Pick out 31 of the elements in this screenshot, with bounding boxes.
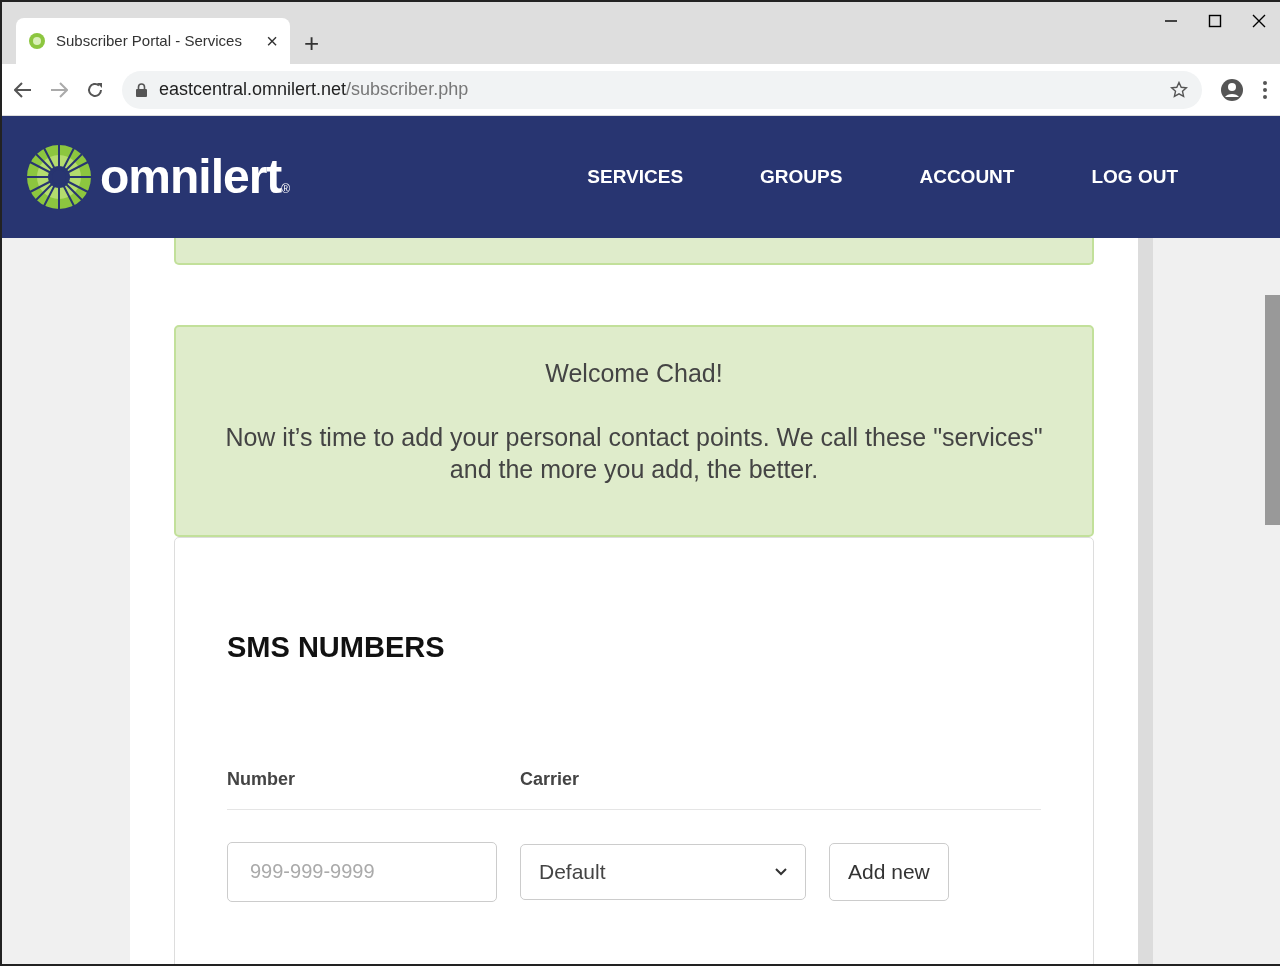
reload-icon[interactable] xyxy=(86,80,104,99)
add-new-button[interactable]: Add new xyxy=(829,842,949,901)
logo-text[interactable]: omnilert xyxy=(100,153,282,201)
account-icon[interactable] xyxy=(1220,77,1244,102)
close-tab-button[interactable]: × xyxy=(266,26,278,56)
welcome-message: Now it’s time to add your personal contact points. We call these "services" and the more you add, the better. xyxy=(224,421,1044,485)
logo-wheel-icon xyxy=(26,144,92,210)
tab-title: Subscriber Portal - Services xyxy=(56,30,243,51)
back-arrow-icon[interactable] xyxy=(14,81,32,98)
chevron-icon xyxy=(775,867,787,876)
carrier-select[interactable]: Default xyxy=(520,843,806,900)
star-icon[interactable] xyxy=(1170,80,1188,99)
browser-tab[interactable]: Subscriber Portal - Services × xyxy=(16,18,290,64)
address-bar[interactable]: eastcentral.omnilert.net/subscriber.php xyxy=(122,70,1202,109)
welcome-title: Welcome Chad! xyxy=(544,358,724,389)
maximize-icon[interactable] xyxy=(1208,14,1222,28)
section-heading: SMS NUMBERS xyxy=(227,630,446,665)
nav-link[interactable]: LOG OUT xyxy=(1091,162,1178,192)
lock-icon xyxy=(136,82,147,97)
favicon-icon xyxy=(28,32,46,50)
nav-link[interactable]: ACCOUNT xyxy=(919,162,1015,192)
new-tab-button[interactable]: + xyxy=(304,30,320,56)
number-input[interactable]: 999-999-9999 xyxy=(227,841,497,902)
url-text: eastcentral.omnilert.net/subscriber.php xyxy=(159,78,470,101)
column-header: Carrier xyxy=(520,767,580,791)
registered-mark: ® xyxy=(281,182,291,198)
nav-link[interactable]: SERVICES xyxy=(587,162,684,192)
menu-icon[interactable] xyxy=(1262,79,1268,100)
nav-link[interactable]: GROUPS xyxy=(760,162,843,192)
column-header: Number xyxy=(227,767,296,791)
close-icon[interactable] xyxy=(1252,14,1266,28)
